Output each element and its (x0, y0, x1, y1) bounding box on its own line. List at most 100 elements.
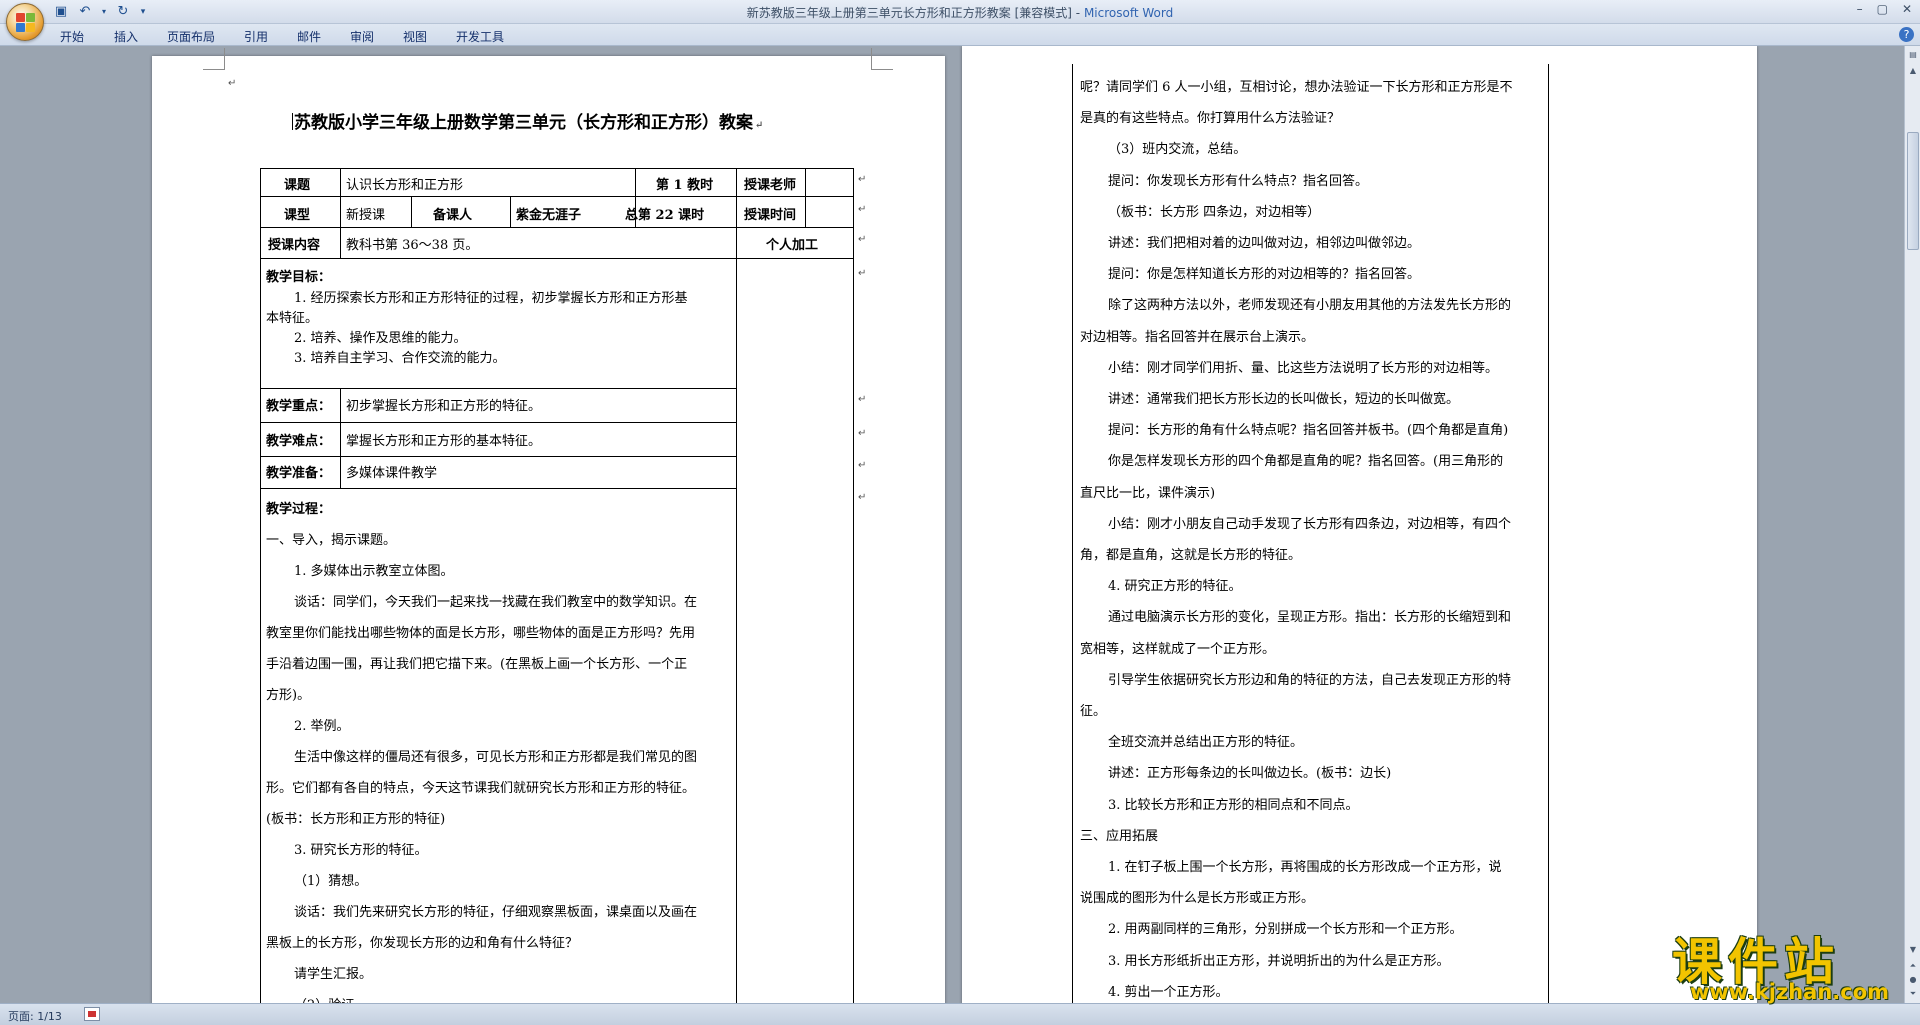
right-page-line: 对边相等。指名回答并在展示台上演示。 (1080, 329, 1315, 345)
right-page-line: 提问：长方形的角有什么特点呢？指名回答并板书。(四个角都是直角) (1108, 423, 1509, 439)
value-preparation: 多媒体课件教学 (346, 466, 438, 481)
title-bar: ▣ ↶ ▾ ↻ ▾ 新苏教版三年级上册第三单元长方形和正方形教案 [兼容模式] … (0, 0, 1920, 41)
right-page-line: 3. 比较长方形和正方形的相同点和不同点。 (1108, 797, 1359, 813)
table-border (260, 422, 736, 423)
label-content: 授课内容 (268, 238, 321, 253)
process-line: 3. 研究长方形的特征。 (294, 843, 428, 858)
scrollbar-thumb[interactable] (1907, 132, 1919, 250)
help-icon[interactable]: ? (1899, 27, 1914, 42)
row-end-mark: ↵ (858, 460, 867, 471)
next-page-icon[interactable]: ⏷ (1906, 987, 1920, 1001)
table-border (411, 196, 412, 227)
tab-review[interactable]: 审阅 (350, 28, 374, 45)
tab-mailings[interactable]: 邮件 (297, 28, 321, 45)
office-logo-icon (16, 13, 36, 33)
table-border (736, 168, 737, 1003)
status-bar: 页面: 1/13 (0, 1003, 1920, 1025)
process-line: 手沿着边围一围，再让我们把它描下来。(在黑板上画一个长方形、一个正 (266, 657, 688, 672)
page-indicator[interactable]: 页面: 1/13 (8, 1008, 62, 1024)
table-border (260, 168, 854, 169)
total-lessons: 总第 22 课时 (625, 208, 705, 223)
document-name: 新苏教版三年级上册第三单元长方形和正方形教案 [兼容模式] (746, 6, 1072, 20)
value-content: 教科书第 36～38 页。 (346, 238, 479, 253)
label-difficulties: 教学难点： (266, 434, 332, 449)
paragraph-mark: ↵ (755, 120, 764, 131)
value-preparer: 紫金无涯子 (516, 208, 582, 223)
tab-developer[interactable]: 开发工具 (456, 28, 504, 45)
tab-view[interactable]: 视图 (403, 28, 427, 45)
right-page-line: 1. 在钉子板上围一个长方形，再将围成的长方形改成一个正方形，说 (1108, 860, 1502, 875)
vertical-scrollbar[interactable]: ▤ ▲ ▼ ⏶ ● ⏷ (1904, 46, 1920, 1003)
row-end-mark: ↵ (858, 492, 867, 503)
lesson-number: 第 1 教时 (656, 178, 714, 193)
right-page-line: 4. 剪出一个正方形。 (1108, 984, 1229, 1000)
tab-page-layout[interactable]: 页面布局 (167, 28, 215, 45)
crop-mark (203, 48, 225, 70)
ribbon-tabs: 开始 插入 页面布局 引用 邮件 审阅 视图 开发工具 ? (0, 24, 1920, 46)
right-page-line: 角，都是直角，这就是长方形的特征。 (1080, 548, 1302, 563)
process-line: 教室里你们能找出哪些物体的面是长方形，哪些物体的面是正方形吗？先用 (266, 626, 696, 641)
process-line: （1）猜想。 (294, 874, 368, 889)
process-line: 请学生汇报。 (294, 967, 373, 982)
document-title-text: 苏教版小学三年级上册数学第三单元（长方形和正方形）教案 (294, 113, 753, 133)
right-page-line: 全班交流并总结出正方形的特征。 (1108, 735, 1304, 751)
label-lesson-time: 授课时间 (744, 208, 797, 223)
right-page-line: 讲述：通常我们把长方形长边的长叫做长，短边的长叫做宽。 (1108, 392, 1460, 407)
document-workspace[interactable]: ↵ 苏教版小学三年级上册数学第三单元（长方形和正方形）教案 ↵ 课题 认识长方形… (0, 46, 1904, 1003)
close-icon[interactable]: ✕ (1902, 2, 1912, 16)
browse-object-icon[interactable]: ● (1906, 973, 1920, 987)
window-controls: – ▢ ✕ (1857, 2, 1912, 16)
tab-references[interactable]: 引用 (244, 28, 268, 45)
right-page-line: 说围成的图形为什么是长方形或正方形。 (1080, 891, 1315, 907)
page-2[interactable]: 呢？请同学们 6 人一小组，互相讨论，想办法验证一下长方形和正方形是不 是真的有这… (962, 46, 1757, 1003)
proofing-icon[interactable] (84, 1007, 100, 1021)
process-line: 黑板上的长方形，你发现长方形的边和角有什么特征？ (266, 936, 579, 951)
label-lesson-type: 课型 (284, 208, 311, 223)
goal-line: 本特征。 (266, 311, 319, 326)
office-button[interactable] (6, 3, 44, 41)
right-page-line: 小结：刚才同学们用折、量、比这些方法说明了长方形的对边相等。 (1108, 360, 1499, 376)
row-end-mark: ↵ (858, 174, 867, 185)
label-key-points: 教学重点： (266, 399, 332, 414)
text-cursor (292, 113, 293, 130)
table-border (260, 168, 261, 1003)
maximize-icon[interactable]: ▢ (1877, 2, 1888, 16)
previous-page-icon[interactable]: ⏶ (1906, 959, 1920, 973)
right-page-line: 直尺比一比，课件演示) (1080, 485, 1216, 501)
site-watermark: 课件站 www.kjzhan.com (1668, 922, 1900, 1004)
label-goals: 教学目标： (266, 270, 332, 285)
right-page-line: 呢？请同学们 6 人一小组，互相讨论，想办法验证一下长方形和正方形是不 (1080, 80, 1513, 95)
row-end-mark: ↵ (858, 268, 867, 279)
minimize-icon[interactable]: – (1857, 2, 1863, 16)
document-title: 苏教版小学三年级上册数学第三单元（长方形和正方形）教案 ↵ (292, 108, 763, 133)
tab-home[interactable]: 开始 (60, 28, 84, 45)
title-separator: - (1071, 6, 1084, 20)
label-subject: 课题 (284, 178, 311, 193)
right-page-line: 你是怎样发现长方形的四个角都是直角的呢？指名回答。(用三角形的 (1108, 454, 1504, 470)
table-border (510, 196, 511, 227)
table-border (260, 388, 736, 389)
process-line: 1. 多媒体出示教室立体图。 (294, 564, 454, 579)
process-line: 方形)。 (266, 688, 311, 703)
row-end-mark: ↵ (858, 394, 867, 405)
crop-mark (871, 48, 893, 70)
right-page-line: （3）班内交流，总结。 (1108, 142, 1247, 158)
page-1[interactable]: ↵ 苏教版小学三年级上册数学第三单元（长方形和正方形）教案 ↵ 课题 认识长方形… (152, 48, 945, 1003)
value-subject: 认识长方形和正方形 (346, 178, 464, 193)
table-border (853, 168, 854, 1003)
process-line: （2）验证。 (294, 994, 367, 1003)
value-lesson-type: 新授课 (346, 208, 386, 223)
right-page-line: 是真的有这些特点。你打算用什么方法验证？ (1080, 111, 1341, 127)
tab-insert[interactable]: 插入 (114, 28, 138, 45)
table-border (260, 258, 854, 259)
row-end-mark: ↵ (858, 234, 867, 245)
watermark-url: www.kjzhan.com (1690, 980, 1890, 1004)
scroll-up-icon[interactable]: ▲ (1906, 64, 1920, 78)
scroll-down-icon[interactable]: ▼ (1906, 943, 1920, 957)
right-page-line: 讲述：我们把相对着的边叫做对边，相邻边叫做邻边。 (1108, 236, 1421, 251)
ruler-toggle-icon[interactable]: ▤ (1906, 48, 1920, 62)
right-page-line: 宽相等，这样就成了一个正方形。 (1080, 641, 1276, 657)
goal-line: 3. 培养自主学习、合作交流的能力。 (294, 351, 506, 366)
right-page-line: 讲述：正方形每条边的长叫做边长。(板书：边长) (1108, 766, 1392, 782)
process-line: 谈话：同学们，今天我们一起来找一找藏在我们教室中的数学知识。在 (294, 595, 698, 610)
